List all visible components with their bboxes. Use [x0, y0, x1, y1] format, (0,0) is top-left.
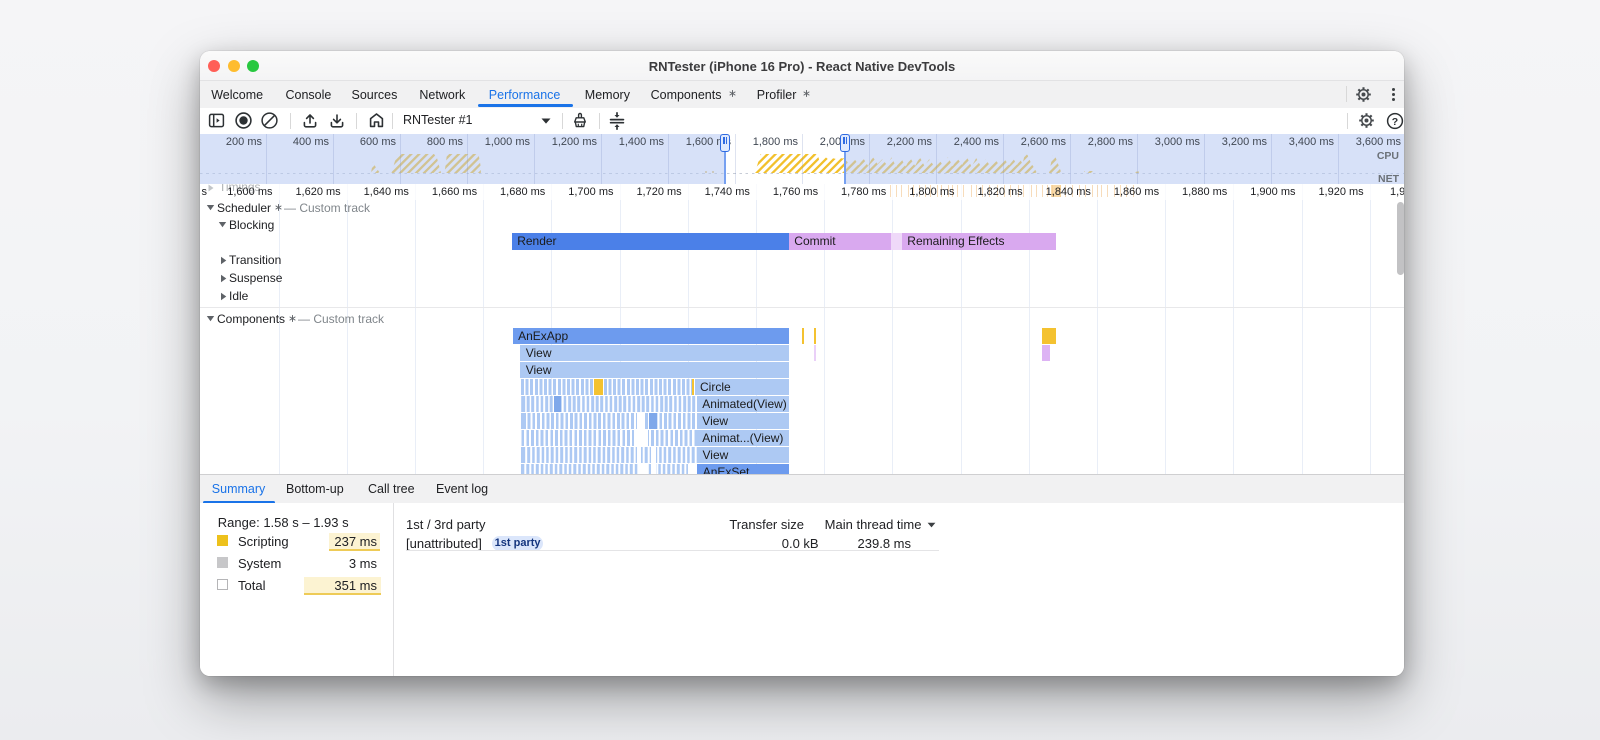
svg-text:?: ?	[1392, 115, 1398, 127]
